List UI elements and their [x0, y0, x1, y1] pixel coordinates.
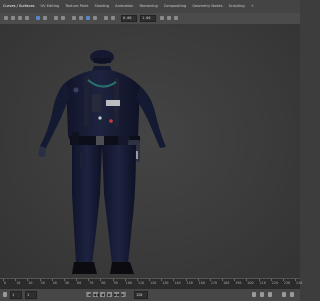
workspace-tab[interactable]: Rendering	[136, 0, 160, 13]
light-icon[interactable]	[61, 16, 65, 20]
timeline-tick-label: 230	[283, 281, 291, 285]
next-key-button[interactable]: ▶▶	[114, 292, 120, 297]
timeline-tick-label: 180	[223, 281, 230, 285]
timeline-tick-label: 80	[101, 281, 106, 285]
left-pant-leg	[72, 145, 102, 264]
move-tool-icon[interactable]	[11, 16, 15, 20]
workspace-tab[interactable]: Scripting	[226, 0, 248, 13]
workspace-tab[interactable]: Geometry Nodes	[189, 0, 225, 13]
right-pant-leg	[102, 145, 136, 264]
scale-tool-icon[interactable]	[25, 16, 29, 20]
timeline-tick-label: 150	[186, 281, 193, 285]
workspace-tab[interactable]: Shading	[92, 0, 113, 13]
timeline-tick-label: 160	[198, 281, 205, 285]
viewport-3d[interactable]	[0, 24, 300, 278]
workspace-tab[interactable]: Animation	[112, 0, 136, 13]
workspace-tab[interactable]: +	[248, 0, 257, 13]
magnet-icon[interactable]	[43, 16, 47, 20]
left-glove	[38, 146, 46, 157]
police-uniform-model[interactable]	[0, 24, 300, 278]
timeline-tick-label: 10	[16, 281, 21, 285]
timeline-tick-label: 130	[162, 281, 169, 285]
left-sleeve	[40, 82, 70, 148]
keyframe-icon[interactable]	[252, 292, 256, 297]
workspace-tab[interactable]: UV Editing	[38, 0, 63, 13]
timeline-tick-label: 90	[113, 281, 118, 285]
red-light	[109, 119, 113, 123]
value-field-a[interactable]: 0.00	[121, 15, 137, 22]
timeline-tick-label: 20	[28, 281, 33, 285]
playback-bar: 1 1 120 |◀ ◀◀ ◀ ▶ ▶▶ ▶|	[0, 288, 300, 301]
prev-key-button[interactable]: ◀◀	[93, 292, 99, 297]
timeline-menu-icon[interactable]	[3, 292, 7, 297]
workspace-tabbar: Curves / Surfaces UV Editing Texture Paint…	[0, 0, 300, 14]
play-button[interactable]: ▶	[107, 292, 112, 297]
timeline-tick-label: 210	[259, 281, 266, 285]
timeline-tick-label: 110	[137, 281, 145, 285]
workspace-tab[interactable]: Texture Paint	[62, 0, 91, 13]
rotate-tool-icon[interactable]	[18, 16, 22, 20]
fps-icon[interactable]	[282, 292, 286, 297]
isolate-icon[interactable]	[174, 16, 178, 20]
overlay-icon[interactable]	[104, 16, 108, 20]
right-boot	[110, 262, 134, 274]
radio-unit	[92, 94, 101, 112]
value-field-b[interactable]: 1.00	[140, 15, 156, 22]
right-sleeve	[136, 86, 166, 148]
timeline-tick-label: 170	[210, 281, 218, 285]
timeline-tick-label: 60	[77, 281, 82, 285]
timeline-tick-label: 200	[247, 281, 254, 285]
timeline-tick-label: 40	[52, 281, 57, 285]
play-reverse-button[interactable]: ◀	[100, 292, 105, 297]
playback-settings-icon[interactable]	[268, 292, 272, 297]
camera-icon[interactable]	[54, 16, 58, 20]
timeline-tick-label: 190	[235, 281, 242, 285]
end-frame-field[interactable]: 120	[134, 291, 148, 299]
snap-icon[interactable]	[36, 16, 40, 20]
timeline-tick-label: 70	[89, 281, 94, 285]
timeline-tick-label: 220	[271, 281, 278, 285]
name-badge	[106, 100, 120, 106]
auto-key-icon[interactable]	[260, 292, 264, 297]
jump-start-button[interactable]: |◀	[86, 292, 91, 297]
shoulder-patch	[73, 87, 79, 93]
camera-view-icon[interactable]	[167, 16, 171, 20]
render-icon[interactable]	[160, 16, 164, 20]
timeline-tick-label: 120	[150, 281, 157, 285]
sync-icon[interactable]	[290, 292, 294, 297]
jump-end-button[interactable]: ▶|	[121, 292, 126, 297]
solid-shading-icon[interactable]	[86, 16, 90, 20]
left-boot	[72, 262, 97, 274]
wireframe-icon[interactable]	[79, 16, 83, 20]
workspace-tab[interactable]: Curves / Surfaces	[0, 0, 38, 13]
timeline-tick-label: 140	[174, 281, 181, 285]
timeline-tick-label: 0	[4, 281, 7, 285]
current-frame-field[interactable]: 1	[25, 291, 37, 299]
timeline-tick-label: 50	[64, 281, 70, 285]
timeline-tick-label: 30	[40, 281, 45, 285]
timeline-tick-label: 100	[125, 281, 132, 285]
start-frame-field[interactable]: 1	[10, 291, 22, 299]
grid-icon[interactable]	[72, 16, 76, 20]
material-shading-icon[interactable]	[93, 16, 97, 20]
xray-icon[interactable]	[111, 16, 115, 20]
workspace-tab[interactable]: Compositing	[161, 0, 190, 13]
timeline-tick-label: 240	[296, 281, 303, 285]
select-tool-icon[interactable]	[4, 16, 8, 20]
